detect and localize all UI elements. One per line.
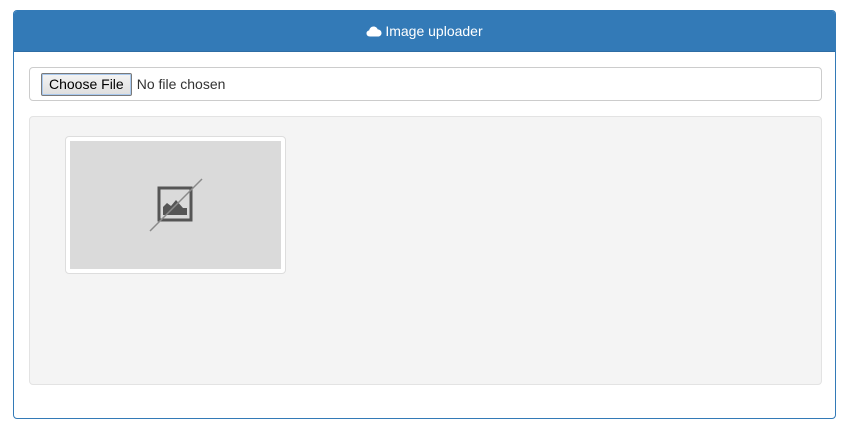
- choose-file-button[interactable]: Choose File: [41, 72, 132, 96]
- broken-image-icon: [148, 178, 203, 232]
- preview-area: [29, 116, 822, 385]
- panel-heading: Image uploader: [14, 11, 835, 52]
- file-input[interactable]: Choose File No file chosen: [29, 67, 822, 101]
- image-uploader-panel: Image uploader Choose File No file chose…: [13, 10, 836, 419]
- thumbnail-placeholder: [70, 141, 281, 269]
- image-thumbnail[interactable]: [65, 136, 286, 274]
- file-status-text: No file chosen: [136, 76, 226, 92]
- cloud-icon: [366, 25, 382, 37]
- panel-title: Image uploader: [385, 23, 483, 39]
